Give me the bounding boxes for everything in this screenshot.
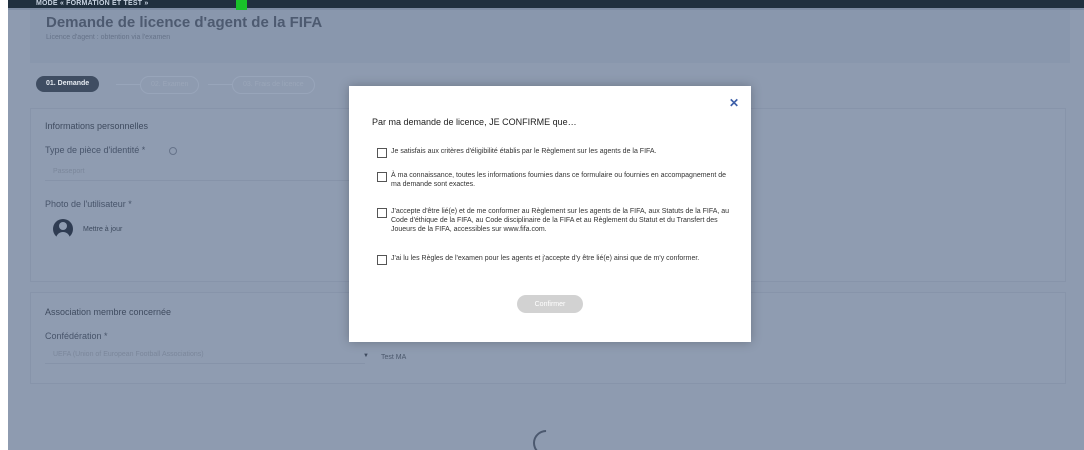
modal-title: Par ma demande de licence, JE CONFIRME q… <box>372 117 577 127</box>
page-header: Demande de licence d'agent de la FIFA Li… <box>30 10 1070 63</box>
eligibility-checkbox[interactable] <box>377 148 387 158</box>
confirmation-modal: ✕ Par ma demande de licence, JE CONFIRME… <box>349 86 751 342</box>
loading-spinner-icon <box>527 424 565 450</box>
confirm-button[interactable]: Confirmer <box>517 295 583 313</box>
checkbox-label: J'ai lu les Règles de l'examen pour les … <box>391 255 700 262</box>
personal-section-title: Informations personnelles <box>45 121 149 131</box>
checkbox-label: Je satisfais aux critères d'éligibilité … <box>391 148 657 155</box>
chevron-down-icon[interactable]: ▼ <box>363 353 369 359</box>
photo-label: Photo de l'utilisateur * <box>45 199 132 209</box>
info-icon <box>169 147 177 155</box>
page-title: Demande de licence d'agent de la FIFA <box>46 14 323 31</box>
avatar-icon[interactable] <box>53 219 73 240</box>
step-examen[interactable]: 02. Examen <box>140 76 200 94</box>
confederation-select[interactable]: UEFA (Union of European Football Associa… <box>53 351 204 358</box>
mode-banner: MODE « FORMATION ET TEST » <box>36 0 149 7</box>
confederation-underline <box>45 363 365 364</box>
id-type-label: Type de pièce d'identité * <box>45 145 146 155</box>
close-icon[interactable]: ✕ <box>729 96 739 110</box>
confederation-label: Confédération * <box>45 331 108 341</box>
association-section-title: Association membre concernée <box>45 307 172 317</box>
step-demande[interactable]: 01. Demande <box>36 76 100 92</box>
step-connector <box>116 84 140 85</box>
id-type-underline <box>45 180 365 181</box>
step-frais-licence[interactable]: 03. Frais de licence <box>232 76 315 94</box>
checkbox-label: J'accepte d'être lié(e) et de me conform… <box>391 208 730 233</box>
update-photo-link[interactable]: Mettre à jour <box>83 226 122 233</box>
accuracy-checkbox[interactable] <box>377 172 387 182</box>
checkbox-label: À ma connaissance, toutes les informatio… <box>391 172 727 188</box>
exam-rules-checkbox[interactable] <box>377 255 387 265</box>
top-bar: MODE « FORMATION ET TEST » <box>8 0 1084 10</box>
association-select[interactable]: Test MA <box>381 354 406 361</box>
id-type-select[interactable]: Passeport <box>53 168 85 175</box>
step-connector <box>208 84 232 85</box>
page-subtitle: Licence d'agent : obtention via l'examen <box>46 34 171 41</box>
regulations-checkbox[interactable] <box>377 208 387 218</box>
